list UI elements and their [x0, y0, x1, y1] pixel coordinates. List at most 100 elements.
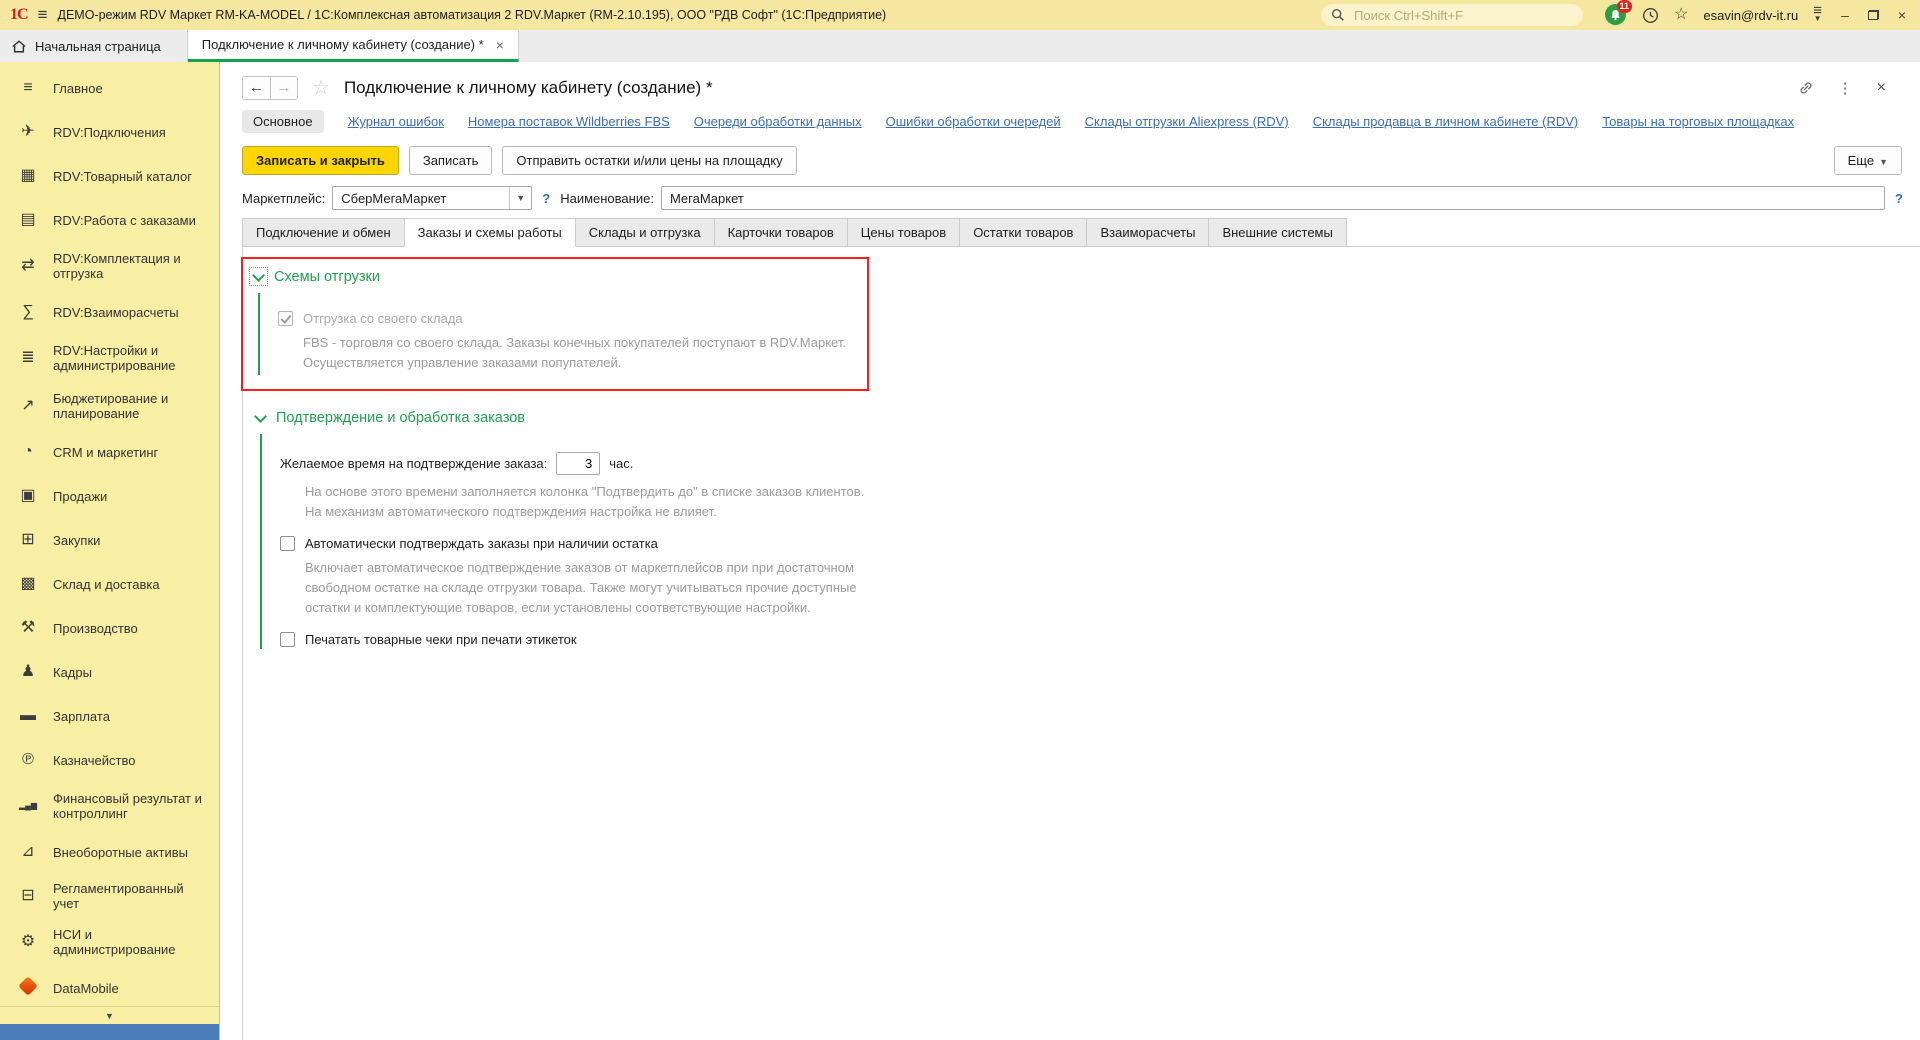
sidebar-item-finrezultat[interactable]: ▂▄▆ Финансовый результат и контроллинг — [0, 782, 219, 830]
restore-button[interactable] — [1868, 10, 1879, 20]
sidebar-item-sklad-dostavka[interactable]: ▩ Склад и доставка — [0, 562, 219, 606]
nav-link-3[interactable]: Ошибки обработки очередей — [886, 114, 1061, 129]
sidebar-item-crm-marketing[interactable]: ◔ CRM и маркетинг — [0, 430, 219, 474]
send-stock-prices-button[interactable]: Отправить остатки и/или цены на площадку — [502, 146, 797, 175]
history-nav: ← → — [242, 75, 298, 100]
sidebar-item-vneoborotnye-aktivy[interactable]: ⊿ Внеоборотные активы — [0, 830, 219, 874]
notifications-button[interactable]: 11 — [1605, 0, 1633, 26]
service-menu-icon[interactable]: ≡ ▼ — [1813, 3, 1822, 23]
form-tab-3[interactable]: Карточки товаров — [713, 218, 848, 247]
own-warehouse-checkbox — [278, 311, 293, 326]
person-icon: ♟ — [20, 663, 36, 680]
sidebar-item-zakupki[interactable]: ⊞ Закупки — [0, 518, 219, 562]
get-link-icon[interactable] — [1798, 80, 1814, 96]
form-tab-1[interactable]: Заказы и схемы работы — [403, 218, 576, 247]
more-button[interactable]: Еще ▼ — [1833, 146, 1902, 175]
sidebar-item-reglament-uchet[interactable]: ⊟ Регламентированный учет — [0, 874, 219, 918]
form-tab-5[interactable]: Остатки товаров — [959, 218, 1088, 247]
print-receipts-checkbox — [280, 632, 295, 647]
1c-logo-icon: 1С — [10, 6, 29, 23]
form-tab-strip: Подключение и обмен Заказы и схемы работы… — [220, 218, 1920, 247]
ruble-circle-icon: ℗ — [22, 751, 34, 768]
nav-link-main[interactable]: Основное — [242, 110, 324, 133]
save-and-close-button[interactable]: Записать и закрыть — [242, 146, 399, 175]
forward-button[interactable]: → — [270, 76, 297, 99]
nav-link-6[interactable]: Товары на торговых площадках — [1602, 114, 1794, 129]
name-field[interactable] — [660, 186, 1886, 210]
sidebar-item-rdv-vzaimoraschety[interactable]: ∑ RDV:Взаиморасчеты — [0, 290, 219, 334]
form-tab-0[interactable]: Подключение и обмен — [242, 218, 405, 247]
minimize-button[interactable]: – — [1837, 7, 1853, 23]
name-label: Наименование: — [560, 190, 654, 206]
sidebar-item-rdv-rabota-s-zakazami[interactable]: ▤ RDV:Работа с заказами — [0, 198, 219, 242]
sidebar-item-datamobile[interactable]: DataMobile — [0, 966, 219, 1006]
sidebar-item-label: НСИ и администрирование — [53, 927, 176, 957]
chevron-down-icon: ▼ — [1879, 157, 1888, 167]
order-document-icon: ▤ — [20, 211, 36, 228]
nav-link-4[interactable]: Склады отгрузки Aliexpress (RDV) — [1085, 114, 1289, 129]
nav-link-0[interactable]: Журнал ошибок — [348, 114, 444, 129]
global-search[interactable] — [1321, 4, 1584, 26]
sidebar-item-label: RDV:Настройки и администрирование — [53, 343, 176, 373]
add-favorite-star-icon[interactable]: ☆ — [312, 75, 330, 100]
sidebar-item-label: Производство — [53, 620, 138, 636]
sidebar-item-kadry[interactable]: ♟ Кадры — [0, 650, 219, 694]
sidebar-item-label: RDV:Взаиморасчеты — [53, 304, 179, 320]
tab-connection-active[interactable]: Подключение к личному кабинету (создание… — [187, 30, 519, 62]
sidebar-item-proizvodstvo[interactable]: ⚒ Производство — [0, 606, 219, 650]
nav-link-2[interactable]: Очереди обработки данных — [694, 114, 862, 129]
own-warehouse-checkbox-row[interactable]: Отгрузка со своего склада — [278, 311, 867, 326]
sidebar-scroll-down[interactable]: ▼ — [0, 1006, 219, 1024]
confirm-time-label: Желаемое время на подтверждение заказа: — [280, 456, 548, 471]
search-input[interactable] — [1352, 6, 1574, 24]
tab-close-icon[interactable]: × — [496, 37, 504, 53]
sidebar-item-byudzhetirovanie[interactable]: ↗ Бюджетирование и планирование — [0, 382, 219, 430]
group-confirmation-body: Желаемое время на подтверждение заказа: … — [260, 434, 1920, 649]
sidebar-item-rdv-podklyucheniya[interactable]: ✈ RDV:Подключения — [0, 110, 219, 154]
marketplace-help-icon[interactable]: ? — [539, 191, 553, 206]
form-tab-7[interactable]: Внешние системы — [1208, 218, 1347, 247]
planning-chart-icon: ↗ — [21, 397, 35, 414]
form-tab-6[interactable]: Взаиморасчеты — [1086, 218, 1210, 247]
sidebar-item-rdv-tovarny-katalog[interactable]: ▦ RDV:Товарный каталог — [0, 154, 219, 198]
chevron-down-icon — [249, 267, 268, 286]
history-icon[interactable] — [1642, 7, 1659, 24]
marketplace-select[interactable]: СберМегаМаркет ▼ — [332, 186, 533, 210]
group-shipping-schemes-title: Схемы отгрузки — [274, 268, 380, 285]
auto-confirm-checkbox-row[interactable]: Автоматически подтверждать заказы при на… — [280, 536, 1920, 551]
nav-link-1[interactable]: Номера поставок Wildberries FBS — [468, 114, 670, 129]
calculator-icon: ∑ — [22, 303, 34, 320]
sliders-icon: ≣ — [21, 349, 35, 366]
sidebar-item-rdv-nastroyki[interactable]: ≣ RDV:Настройки и администрирование — [0, 334, 219, 382]
close-window-button[interactable]: × — [1894, 7, 1910, 23]
back-button[interactable]: ← — [243, 77, 270, 99]
sidebar-item-kaznacheystvo[interactable]: ℗ Казначейство — [0, 738, 219, 782]
name-help-icon[interactable]: ? — [1892, 191, 1906, 206]
print-receipts-checkbox-row[interactable]: Печатать товарные чеки при печати этикет… — [280, 632, 1920, 647]
confirm-time-field[interactable] — [556, 452, 601, 475]
sidebar-item-label: Регламентированный учет — [53, 881, 184, 911]
more-actions-kebab-icon[interactable]: ⋮ — [1838, 79, 1853, 97]
home-icon — [12, 39, 26, 53]
sidebar-item-prodazhi[interactable]: ▣ Продажи — [0, 474, 219, 518]
group-confirmation-title: Подтверждение и обработка заказов — [276, 409, 525, 426]
favorites-star-icon[interactable]: ☆ — [1674, 7, 1688, 23]
nav-link-5[interactable]: Склады продавца в личном кабинете (RDV) — [1313, 114, 1579, 129]
register-icon: ⊟ — [21, 887, 35, 904]
form-tab-4[interactable]: Цены товаров — [846, 218, 961, 247]
sidebar-item-glavnoe[interactable]: ≡ Главное — [0, 66, 219, 110]
save-button[interactable]: Записать — [408, 146, 493, 175]
group-confirmation-header[interactable]: Подтверждение и обработка заказов — [252, 409, 1920, 426]
close-form-icon[interactable]: × — [1877, 79, 1886, 97]
chevron-down-icon — [252, 409, 269, 426]
user-email[interactable]: esavin@rdv-it.ru — [1703, 8, 1798, 23]
form-tab-2[interactable]: Склады и отгрузка — [574, 218, 715, 247]
main-menu-icon[interactable]: ≡ — [38, 5, 48, 25]
sidebar-item-rdv-komplektaciya[interactable]: ⇄ RDV:Комплектация и отгрузка — [0, 242, 219, 290]
sidebar-item-nsi-administrirovanie[interactable]: ⚙ НСИ и администрирование — [0, 918, 219, 966]
sidebar-item-zarplata[interactable]: ▬ Зарплата — [0, 694, 219, 738]
chevron-down-icon[interactable]: ▼ — [509, 187, 531, 209]
tab-home-page[interactable]: Начальная страница — [0, 30, 188, 62]
tab-panel-orders: Схемы отгрузки Отгрузка со своего склада… — [241, 246, 1920, 1040]
group-shipping-schemes-header[interactable]: Схемы отгрузки — [249, 267, 867, 286]
